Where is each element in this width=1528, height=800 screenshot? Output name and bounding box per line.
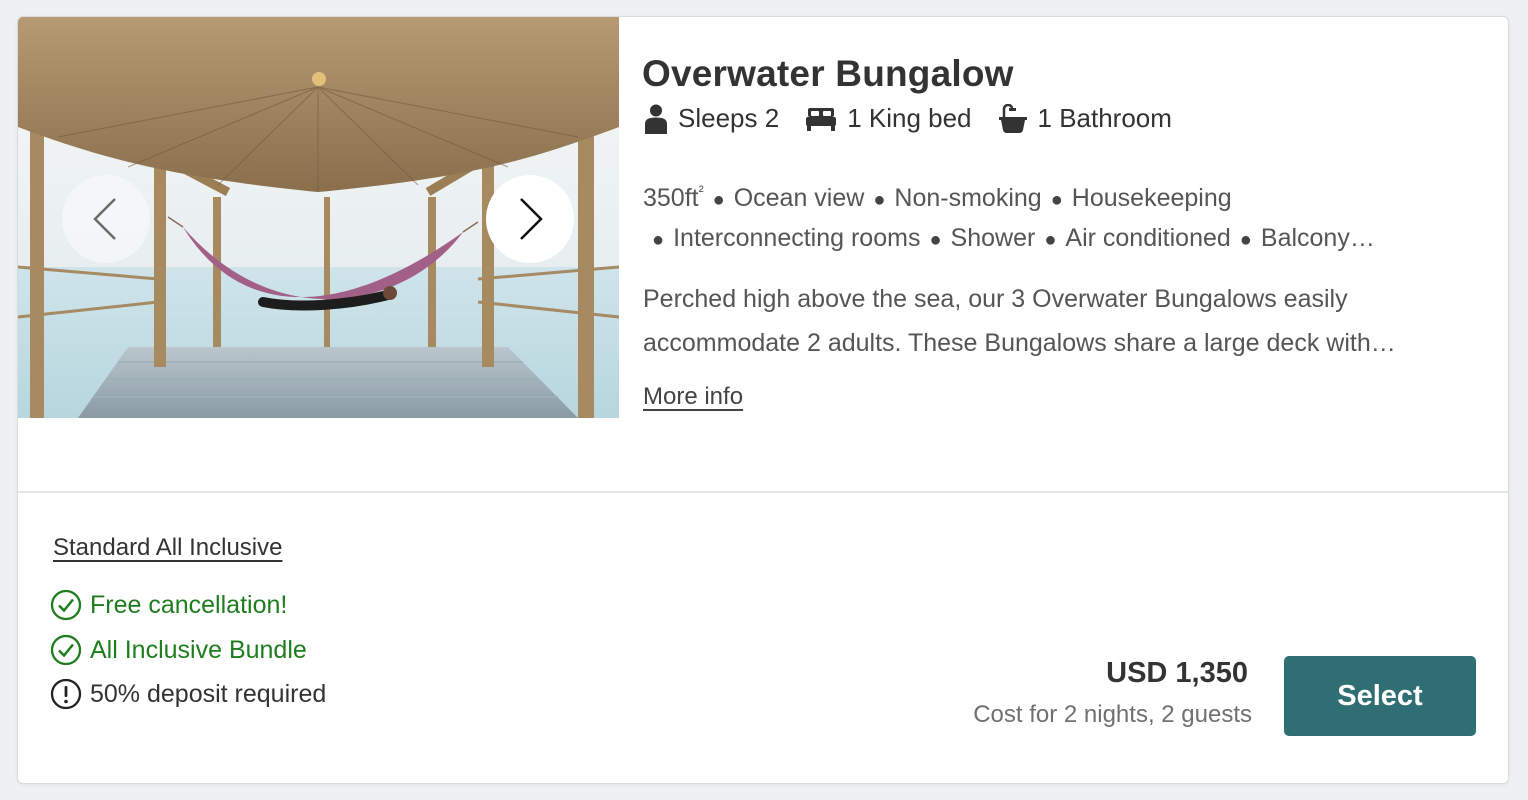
- exclamation-circle-icon: [50, 678, 82, 710]
- rate-feature-all-inclusive-bundle: All Inclusive Bundle: [50, 634, 307, 666]
- check-circle-icon: [50, 634, 82, 666]
- room-title: Overwater Bungalow: [642, 53, 1014, 94]
- amenities-line-2: ● Interconnecting rooms ● Shower ● Air condit…: [652, 224, 1375, 252]
- rate-feature-label: All Inclusive Bundle: [90, 635, 307, 664]
- chevron-right-icon: [520, 198, 543, 240]
- person-icon: [644, 104, 668, 134]
- amenity-size: 350ft: [643, 184, 699, 212]
- amenity-size-unit: ²: [698, 183, 704, 200]
- room-description: Perched high above the sea, our 3 Overwa…: [643, 285, 1396, 357]
- rate-feature-deposit: 50% deposit required: [50, 678, 326, 710]
- spec-bed: 1 King bed: [805, 103, 972, 134]
- amenity-item: Non-smoking: [894, 184, 1042, 212]
- rate-feature-label: Free cancellation!: [90, 590, 288, 619]
- spec-bathroom-label: 1 Bathroom: [1037, 103, 1172, 133]
- spec-bathroom: 1 Bathroom: [998, 103, 1172, 134]
- more-info-link[interactable]: More info: [643, 383, 743, 411]
- amenity-item: Interconnecting rooms: [673, 224, 921, 252]
- amenity-item: Housekeeping: [1071, 184, 1232, 212]
- room-card: Overwater Bungalow Sleeps 2 1 King bed 1…: [17, 16, 1509, 784]
- amenity-item: Ocean view: [733, 184, 865, 212]
- check-circle-icon: [50, 589, 82, 621]
- rate-feature-free-cancellation: Free cancellation!: [50, 589, 287, 621]
- bed-icon: [805, 107, 837, 131]
- spec-sleeps: Sleeps 2: [644, 103, 779, 134]
- previous-photo-button[interactable]: [62, 175, 150, 263]
- amenities-line-1: 350ft² ● Ocean view ● Non-smoking ● Housekeepi…: [643, 183, 1232, 212]
- amenity-item: Shower: [950, 224, 1036, 252]
- spec-bed-label: 1 King bed: [847, 103, 972, 133]
- select-button[interactable]: Select: [1284, 656, 1476, 736]
- rate-feature-label: 50% deposit required: [90, 679, 327, 708]
- rate-plan-name-link[interactable]: Standard All Inclusive: [53, 534, 282, 562]
- amenities-list: 350ft² ● Ocean view ● Non-smoking ● Housekeepi…: [643, 173, 1473, 259]
- chevron-left-icon: [93, 198, 116, 240]
- bathtub-icon: [998, 103, 1028, 134]
- amenity-item: Balcony…: [1260, 224, 1375, 252]
- section-divider: [18, 491, 1508, 493]
- price-total: USD 1,350: [1106, 657, 1248, 689]
- spec-sleeps-label: Sleeps 2: [678, 103, 780, 133]
- room-specs: Sleeps 2 1 King bed 1 Bathroom: [644, 103, 1198, 134]
- room-photo-carousel: [18, 17, 619, 418]
- price-note: Cost for 2 nights, 2 guests: [973, 701, 1252, 728]
- amenity-item: Air conditioned: [1065, 224, 1231, 252]
- next-photo-button[interactable]: [486, 175, 574, 263]
